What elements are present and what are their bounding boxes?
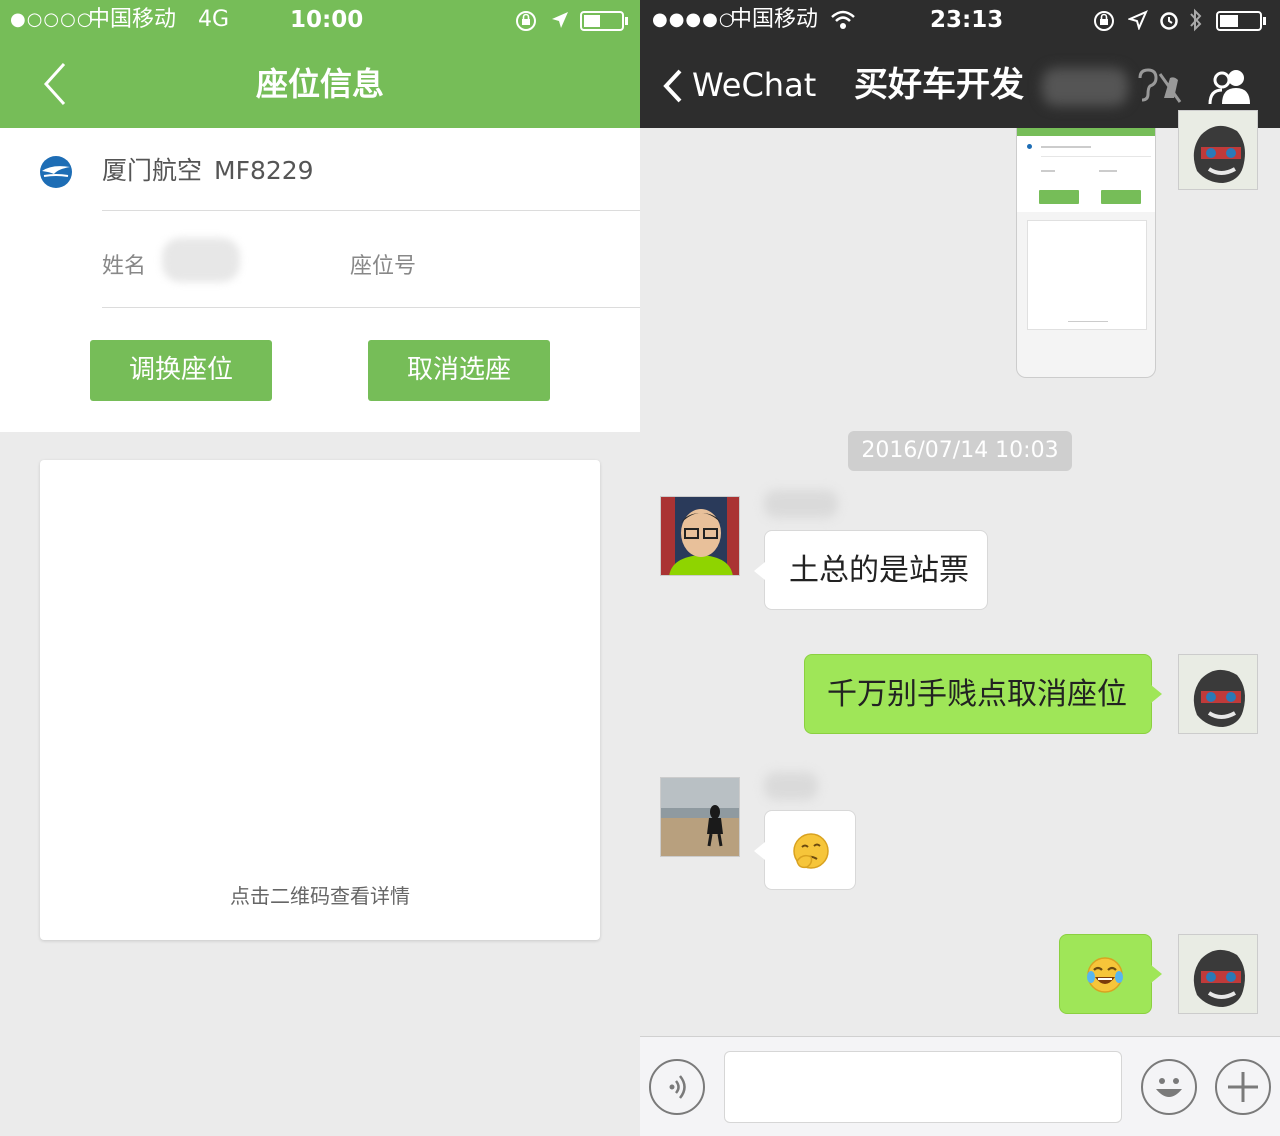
message-bubble[interactable]: 千万别手贱点取消座位: [804, 654, 1152, 734]
thumbnail-qr-card: [1027, 220, 1147, 330]
network-label: 4G: [198, 7, 230, 32]
status-time: 10:00: [290, 7, 364, 33]
carrier-label: 中国移动: [88, 7, 177, 32]
chat-title: 买好车开发: [854, 65, 1024, 105]
qr-code-card[interactable]: 点击二维码查看详情: [40, 460, 600, 940]
redacted-sender-name: [764, 772, 818, 800]
tears-of-joy-emoji-icon: [1087, 957, 1123, 993]
location-arrow-icon: [1128, 10, 1148, 30]
message-text-input[interactable]: [724, 1051, 1122, 1123]
carrier-label: 中国移动: [730, 7, 819, 32]
location-arrow-icon: [552, 12, 568, 28]
seat-number-label: 座位号: [350, 254, 417, 279]
wifi-icon: [831, 10, 855, 29]
xiamen-airlines-logo-icon: [40, 156, 72, 188]
status-bar: ●○○○○ 中国移动 4G 10:00: [0, 0, 640, 40]
bubble-tail: [1151, 965, 1162, 983]
plus-icon: [1228, 1072, 1258, 1102]
bluetooth-icon: [1190, 8, 1202, 32]
shared-screenshot-thumbnail[interactable]: [1016, 128, 1156, 378]
redacted-title-suffix: [1042, 68, 1128, 106]
mute-icon: [1138, 68, 1182, 103]
message-text: 千万别手贱点取消座位: [827, 677, 1127, 712]
left-screenshot: ●○○○○ 中国移动 4G 10:00 座位信息 厦门航空 MF8229 姓名 …: [0, 0, 640, 1136]
emoji-button[interactable]: [1141, 1059, 1197, 1115]
right-screenshot: ●●●●○ 中国移动 23:13 WeChat 买好车开发 2016/07/14…: [640, 0, 1280, 1136]
cancel-seat-button[interactable]: 取消选座: [368, 340, 550, 401]
thinking-face-emoji-icon: [793, 833, 829, 869]
message-bubble[interactable]: 土总的是站票: [764, 530, 988, 610]
page-title: 座位信息: [255, 65, 384, 103]
bubble-tail: [754, 842, 765, 860]
thumbnail-card: [1017, 136, 1155, 212]
message-bubble[interactable]: [764, 810, 856, 890]
sender-avatar[interactable]: [660, 496, 740, 576]
battery-icon: [580, 11, 628, 31]
signal-indicator: ●○○○○: [10, 9, 94, 30]
battery-icon: [1216, 11, 1266, 31]
bubble-tail: [754, 562, 765, 580]
sender-avatar[interactable]: [660, 777, 740, 857]
status-time: 23:13: [930, 7, 1004, 33]
flight-number: MF8229: [214, 156, 314, 185]
message-text: 土总的是站票: [789, 553, 969, 588]
redacted-sender-name: [764, 490, 838, 518]
signal-indicator: ●●●●○: [652, 9, 736, 30]
seat-info-card: 厦门航空 MF8229 姓名 座位号 调换座位 取消选座: [0, 128, 640, 432]
message-timestamp: 2016/07/14 10:03: [848, 431, 1072, 471]
message-bubble[interactable]: [1059, 934, 1152, 1014]
more-options-button[interactable]: [1215, 1059, 1271, 1115]
qr-hint-text: 点击二维码查看详情: [230, 884, 410, 908]
my-avatar[interactable]: [1178, 934, 1258, 1014]
group-members-icon[interactable]: [1206, 66, 1256, 106]
back-chevron-icon[interactable]: [662, 68, 684, 104]
divider: [102, 210, 640, 211]
status-bar: ●●●●○ 中国移动 23:13: [640, 0, 1280, 40]
bubble-tail: [1151, 685, 1162, 703]
change-seat-button[interactable]: 调换座位: [90, 340, 272, 401]
my-avatar[interactable]: [1178, 110, 1258, 190]
rotation-lock-icon: [516, 11, 536, 31]
nav-bar: 座位信息: [0, 40, 640, 128]
thumbnail-header: [1017, 128, 1155, 136]
chat-input-bar: [640, 1036, 1280, 1136]
divider: [102, 307, 640, 308]
emoji-icon: [1156, 1078, 1182, 1097]
voice-input-button[interactable]: [649, 1059, 705, 1115]
my-avatar[interactable]: [1178, 654, 1258, 734]
back-button-label[interactable]: WeChat: [692, 64, 816, 106]
name-label: 姓名: [102, 254, 147, 279]
voice-icon: [669, 1075, 686, 1099]
airline-name: 厦门航空: [102, 156, 203, 185]
rotation-lock-icon: [1094, 11, 1114, 31]
redacted-name: [162, 238, 240, 282]
alarm-icon: [1160, 12, 1178, 30]
